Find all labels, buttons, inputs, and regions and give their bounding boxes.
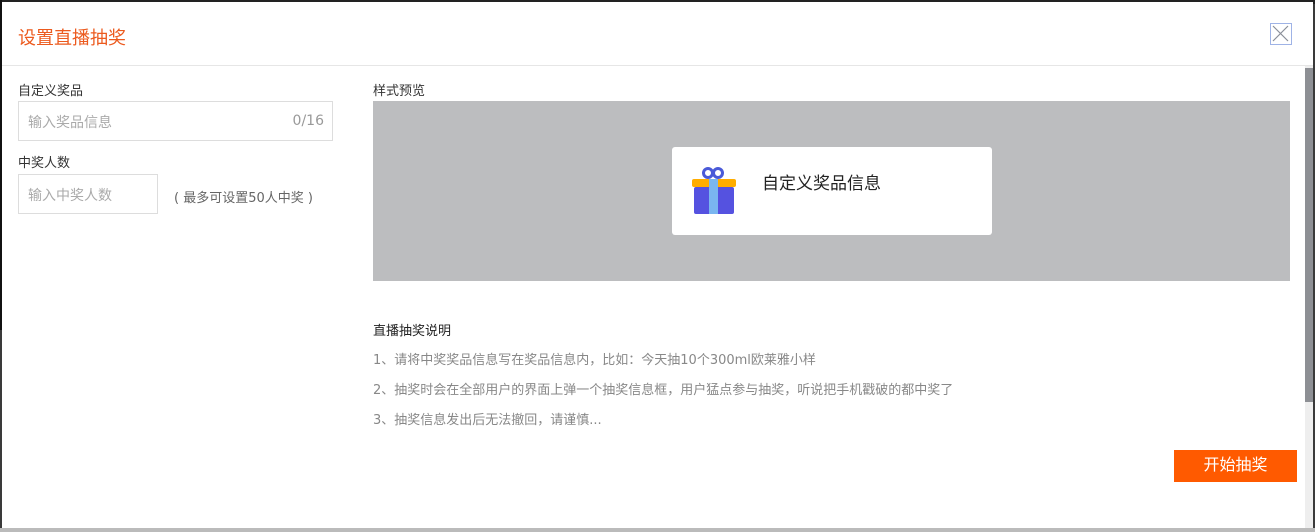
dialog-header: 设置直播抽奖	[2, 2, 1313, 66]
close-icon	[1272, 25, 1289, 42]
notes-title: 直播抽奖说明	[373, 324, 452, 339]
preview-card-text: 自定义奖品信息	[762, 174, 881, 194]
winners-placeholder: 输入中奖人数	[28, 188, 112, 204]
prize-label: 自定义奖品	[18, 84, 84, 99]
note-item: 3、抽奖信息发出后无法撤回，请谨慎...	[373, 413, 602, 428]
close-button[interactable]	[1270, 23, 1292, 45]
lottery-dialog: 设置直播抽奖 自定义奖品 输入奖品信息 0/16 中奖人数 输入中奖人数 ( 最…	[2, 2, 1313, 528]
scrollbar-thumb[interactable]	[1305, 68, 1313, 402]
note-item: 1、请将中奖奖品信息写在奖品信息内，比如：今天抽10个300ml欧莱雅小样	[373, 353, 816, 368]
start-lottery-button[interactable]: 开始抽奖	[1174, 450, 1297, 482]
style-preview: 自定义奖品信息	[373, 101, 1290, 281]
preview-card: 自定义奖品信息	[672, 147, 992, 235]
prize-char-counter: 0/16	[292, 113, 324, 129]
preview-label: 样式预览	[373, 84, 426, 99]
scrollbar[interactable]	[1305, 66, 1313, 528]
winners-hint: ( 最多可设置50人中奖 )	[174, 191, 313, 206]
background-page-bottom	[0, 528, 1315, 532]
note-item: 2、抽奖时会在全部用户的界面上弹一个抽奖信息框，用户猛点参与抽奖，听说把手机戳破…	[373, 383, 954, 398]
dialog-title: 设置直播抽奖	[18, 28, 126, 49]
winners-label: 中奖人数	[18, 156, 71, 171]
prize-placeholder: 输入奖品信息	[28, 115, 112, 131]
winners-input[interactable]: 输入中奖人数	[18, 174, 158, 214]
gift-icon	[692, 167, 736, 214]
prize-input[interactable]: 输入奖品信息 0/16	[18, 101, 333, 141]
